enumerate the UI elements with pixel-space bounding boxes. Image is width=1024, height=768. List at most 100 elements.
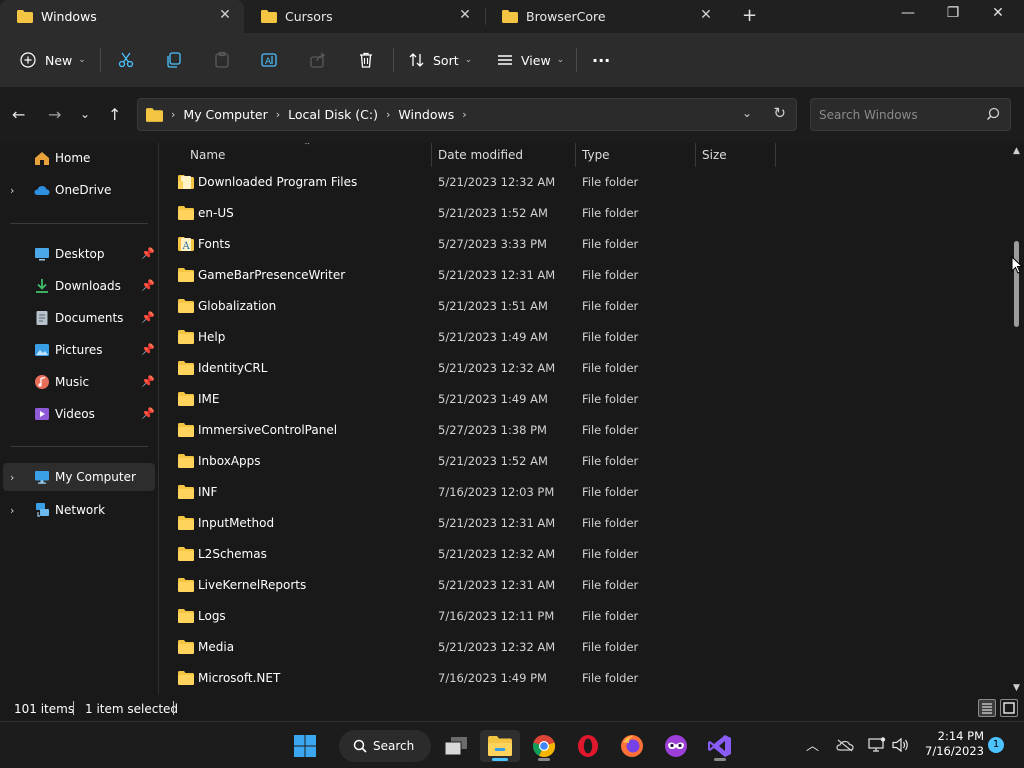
table-row[interactable]: Help 5/21/2023 1:49 AM File folder bbox=[160, 322, 1012, 353]
volume-icon[interactable] bbox=[892, 737, 910, 753]
new-tab-button[interactable]: + bbox=[742, 7, 757, 25]
minimize-button[interactable]: — bbox=[898, 5, 918, 21]
nav-item-pictures[interactable]: Pictures 📌 bbox=[0, 336, 156, 364]
chevron-right-icon[interactable]: › bbox=[10, 504, 14, 517]
table-row[interactable]: IME 5/21/2023 1:49 AM File folder bbox=[160, 384, 1012, 415]
table-row[interactable]: Logs 7/16/2023 12:11 PM File folder bbox=[160, 601, 1012, 632]
paste-button[interactable] bbox=[213, 48, 231, 72]
nav-item-documents[interactable]: Documents 📌 bbox=[0, 304, 156, 332]
table-row[interactable]: InboxApps 5/21/2023 1:52 AM File folder bbox=[160, 446, 1012, 477]
nav-item-desktop[interactable]: Desktop 📌 bbox=[0, 240, 156, 268]
taskbar-firefox[interactable] bbox=[612, 730, 652, 762]
column-header-date[interactable]: Date modified bbox=[438, 143, 574, 167]
column-header-size[interactable]: Size bbox=[702, 143, 772, 167]
taskbar-chrome[interactable] bbox=[524, 730, 564, 762]
taskbar-game-app[interactable] bbox=[656, 730, 696, 762]
nav-item-home[interactable]: Home bbox=[0, 144, 156, 172]
rename-button[interactable]: A bbox=[260, 48, 278, 72]
scrollbar-thumb[interactable] bbox=[1014, 241, 1019, 327]
table-row[interactable]: INF 7/16/2023 12:03 PM File folder bbox=[160, 477, 1012, 508]
search-box[interactable] bbox=[810, 98, 1011, 131]
table-row[interactable]: A Fonts 5/27/2023 3:33 PM File folder bbox=[160, 229, 1012, 260]
close-tab-icon[interactable]: ✕ bbox=[699, 8, 713, 22]
pin-icon[interactable]: 📌 bbox=[141, 343, 155, 356]
scroll-down-arrow-icon[interactable]: ▼ bbox=[1013, 683, 1020, 693]
nav-item-videos[interactable]: Videos 📌 bbox=[0, 400, 156, 428]
show-hidden-icons-chevron-icon[interactable]: ︿ bbox=[806, 735, 819, 754]
table-row[interactable]: InputMethod 5/21/2023 12:31 AM File folder bbox=[160, 508, 1012, 539]
table-row[interactable]: en-US 5/21/2023 1:52 AM File folder bbox=[160, 198, 1012, 229]
table-row[interactable]: GameBarPresenceWriter 5/21/2023 12:31 AM F… bbox=[160, 260, 1012, 291]
close-tab-icon[interactable]: ✕ bbox=[218, 8, 232, 22]
pin-icon[interactable]: 📌 bbox=[141, 407, 155, 420]
breadcrumb-local-disk[interactable]: Local Disk (C:) bbox=[288, 107, 378, 122]
task-view-button[interactable] bbox=[436, 730, 476, 762]
up-arrow-icon[interactable]: ↑ bbox=[108, 105, 121, 124]
scroll-up-arrow-icon[interactable]: ▲ bbox=[1013, 146, 1020, 156]
table-row[interactable]: Media 5/21/2023 12:32 AM File folder bbox=[160, 632, 1012, 663]
chevron-right-icon[interactable]: › bbox=[10, 184, 14, 197]
table-row[interactable]: Downloaded Program Files 5/21/2023 12:32 … bbox=[160, 167, 1012, 198]
cut-button[interactable] bbox=[117, 48, 135, 72]
taskbar-visual-studio[interactable] bbox=[700, 730, 740, 762]
pin-icon[interactable]: 📌 bbox=[141, 311, 155, 324]
tab-browsercore[interactable]: BrowserCore ✕ bbox=[485, 0, 725, 33]
view-button[interactable]: View ⌄ bbox=[496, 48, 564, 72]
nav-item-music[interactable]: Music 📌 bbox=[0, 368, 156, 396]
sort-button[interactable]: Sort ⌄ bbox=[408, 48, 472, 72]
table-row[interactable]: Microsoft.NET 7/16/2023 1:49 PM File folde… bbox=[160, 663, 1012, 694]
onedrive-tray-icon[interactable] bbox=[836, 738, 854, 752]
tab-cursors[interactable]: Cursors ✕ bbox=[244, 0, 484, 33]
breadcrumb-my-computer[interactable]: My Computer bbox=[183, 107, 267, 122]
table-row[interactable]: ImmersiveControlPanel 5/27/2023 1:38 PM Fi… bbox=[160, 415, 1012, 446]
chevron-right-icon[interactable]: › bbox=[276, 108, 280, 121]
column-divider[interactable] bbox=[575, 143, 576, 167]
new-button[interactable]: New ⌄ bbox=[20, 48, 86, 72]
close-tab-icon[interactable]: ✕ bbox=[458, 8, 472, 22]
taskbar-search-button[interactable]: Search bbox=[339, 730, 431, 762]
nav-item-my-computer[interactable]: › My Computer bbox=[3, 463, 155, 491]
search-input[interactable] bbox=[811, 99, 981, 130]
tiles-view-button[interactable] bbox=[1000, 699, 1018, 717]
vertical-scrollbar[interactable]: ▲ ▼ bbox=[1012, 143, 1024, 695]
taskbar-opera[interactable] bbox=[568, 730, 608, 762]
copy-button[interactable] bbox=[165, 48, 183, 72]
table-row[interactable]: Globalization 5/21/2023 1:51 AM File folde… bbox=[160, 291, 1012, 322]
column-divider[interactable] bbox=[695, 143, 696, 167]
column-header-type[interactable]: Type bbox=[582, 143, 694, 167]
network-tray-icon[interactable] bbox=[868, 737, 886, 753]
more-options-button[interactable]: ··· bbox=[592, 48, 610, 72]
chevron-right-icon[interactable]: › bbox=[462, 108, 466, 121]
delete-button[interactable] bbox=[357, 48, 375, 72]
pin-icon[interactable]: 📌 bbox=[141, 279, 155, 292]
maximize-button[interactable]: ❐ bbox=[943, 5, 963, 21]
start-button[interactable] bbox=[285, 730, 325, 762]
column-divider[interactable] bbox=[431, 143, 432, 167]
tab-windows[interactable]: Windows ✕ bbox=[0, 0, 244, 33]
clock[interactable]: 2:14 PM 7/16/2023 bbox=[918, 729, 984, 759]
nav-item-network[interactable]: › Network bbox=[0, 496, 156, 524]
address-bar[interactable]: › My Computer › Local Disk (C:) › Window… bbox=[137, 98, 797, 131]
pin-icon[interactable]: 📌 bbox=[141, 247, 155, 260]
table-row[interactable]: L2Schemas 5/21/2023 12:32 AM File folder bbox=[160, 539, 1012, 570]
column-header-name[interactable]: Name bbox=[190, 143, 430, 167]
refresh-icon[interactable]: ↻ bbox=[773, 104, 786, 122]
notification-badge[interactable]: 1 bbox=[988, 737, 1004, 753]
address-dropdown-icon[interactable]: ⌄ bbox=[742, 106, 752, 120]
pin-icon[interactable]: 📌 bbox=[141, 375, 155, 388]
breadcrumb-windows[interactable]: Windows bbox=[398, 107, 454, 122]
column-divider[interactable] bbox=[775, 143, 776, 167]
nav-item-downloads[interactable]: Downloads 📌 bbox=[0, 272, 156, 300]
pane-divider[interactable] bbox=[158, 143, 159, 695]
recent-locations-chevron-icon[interactable]: ⌄ bbox=[80, 107, 90, 121]
details-view-button[interactable] bbox=[978, 699, 996, 717]
close-button[interactable]: ✕ bbox=[988, 5, 1008, 21]
taskbar-file-explorer[interactable] bbox=[480, 730, 520, 762]
table-row[interactable]: LiveKernelReports 5/21/2023 12:31 AM File … bbox=[160, 570, 1012, 601]
chevron-right-icon[interactable]: › bbox=[386, 108, 390, 121]
nav-item-onedrive[interactable]: › OneDrive bbox=[0, 176, 156, 204]
share-button[interactable] bbox=[309, 48, 327, 72]
table-row[interactable]: IdentityCRL 5/21/2023 12:32 AM File folder bbox=[160, 353, 1012, 384]
forward-arrow-icon[interactable]: → bbox=[48, 105, 61, 124]
back-arrow-icon[interactable]: ← bbox=[12, 105, 25, 124]
